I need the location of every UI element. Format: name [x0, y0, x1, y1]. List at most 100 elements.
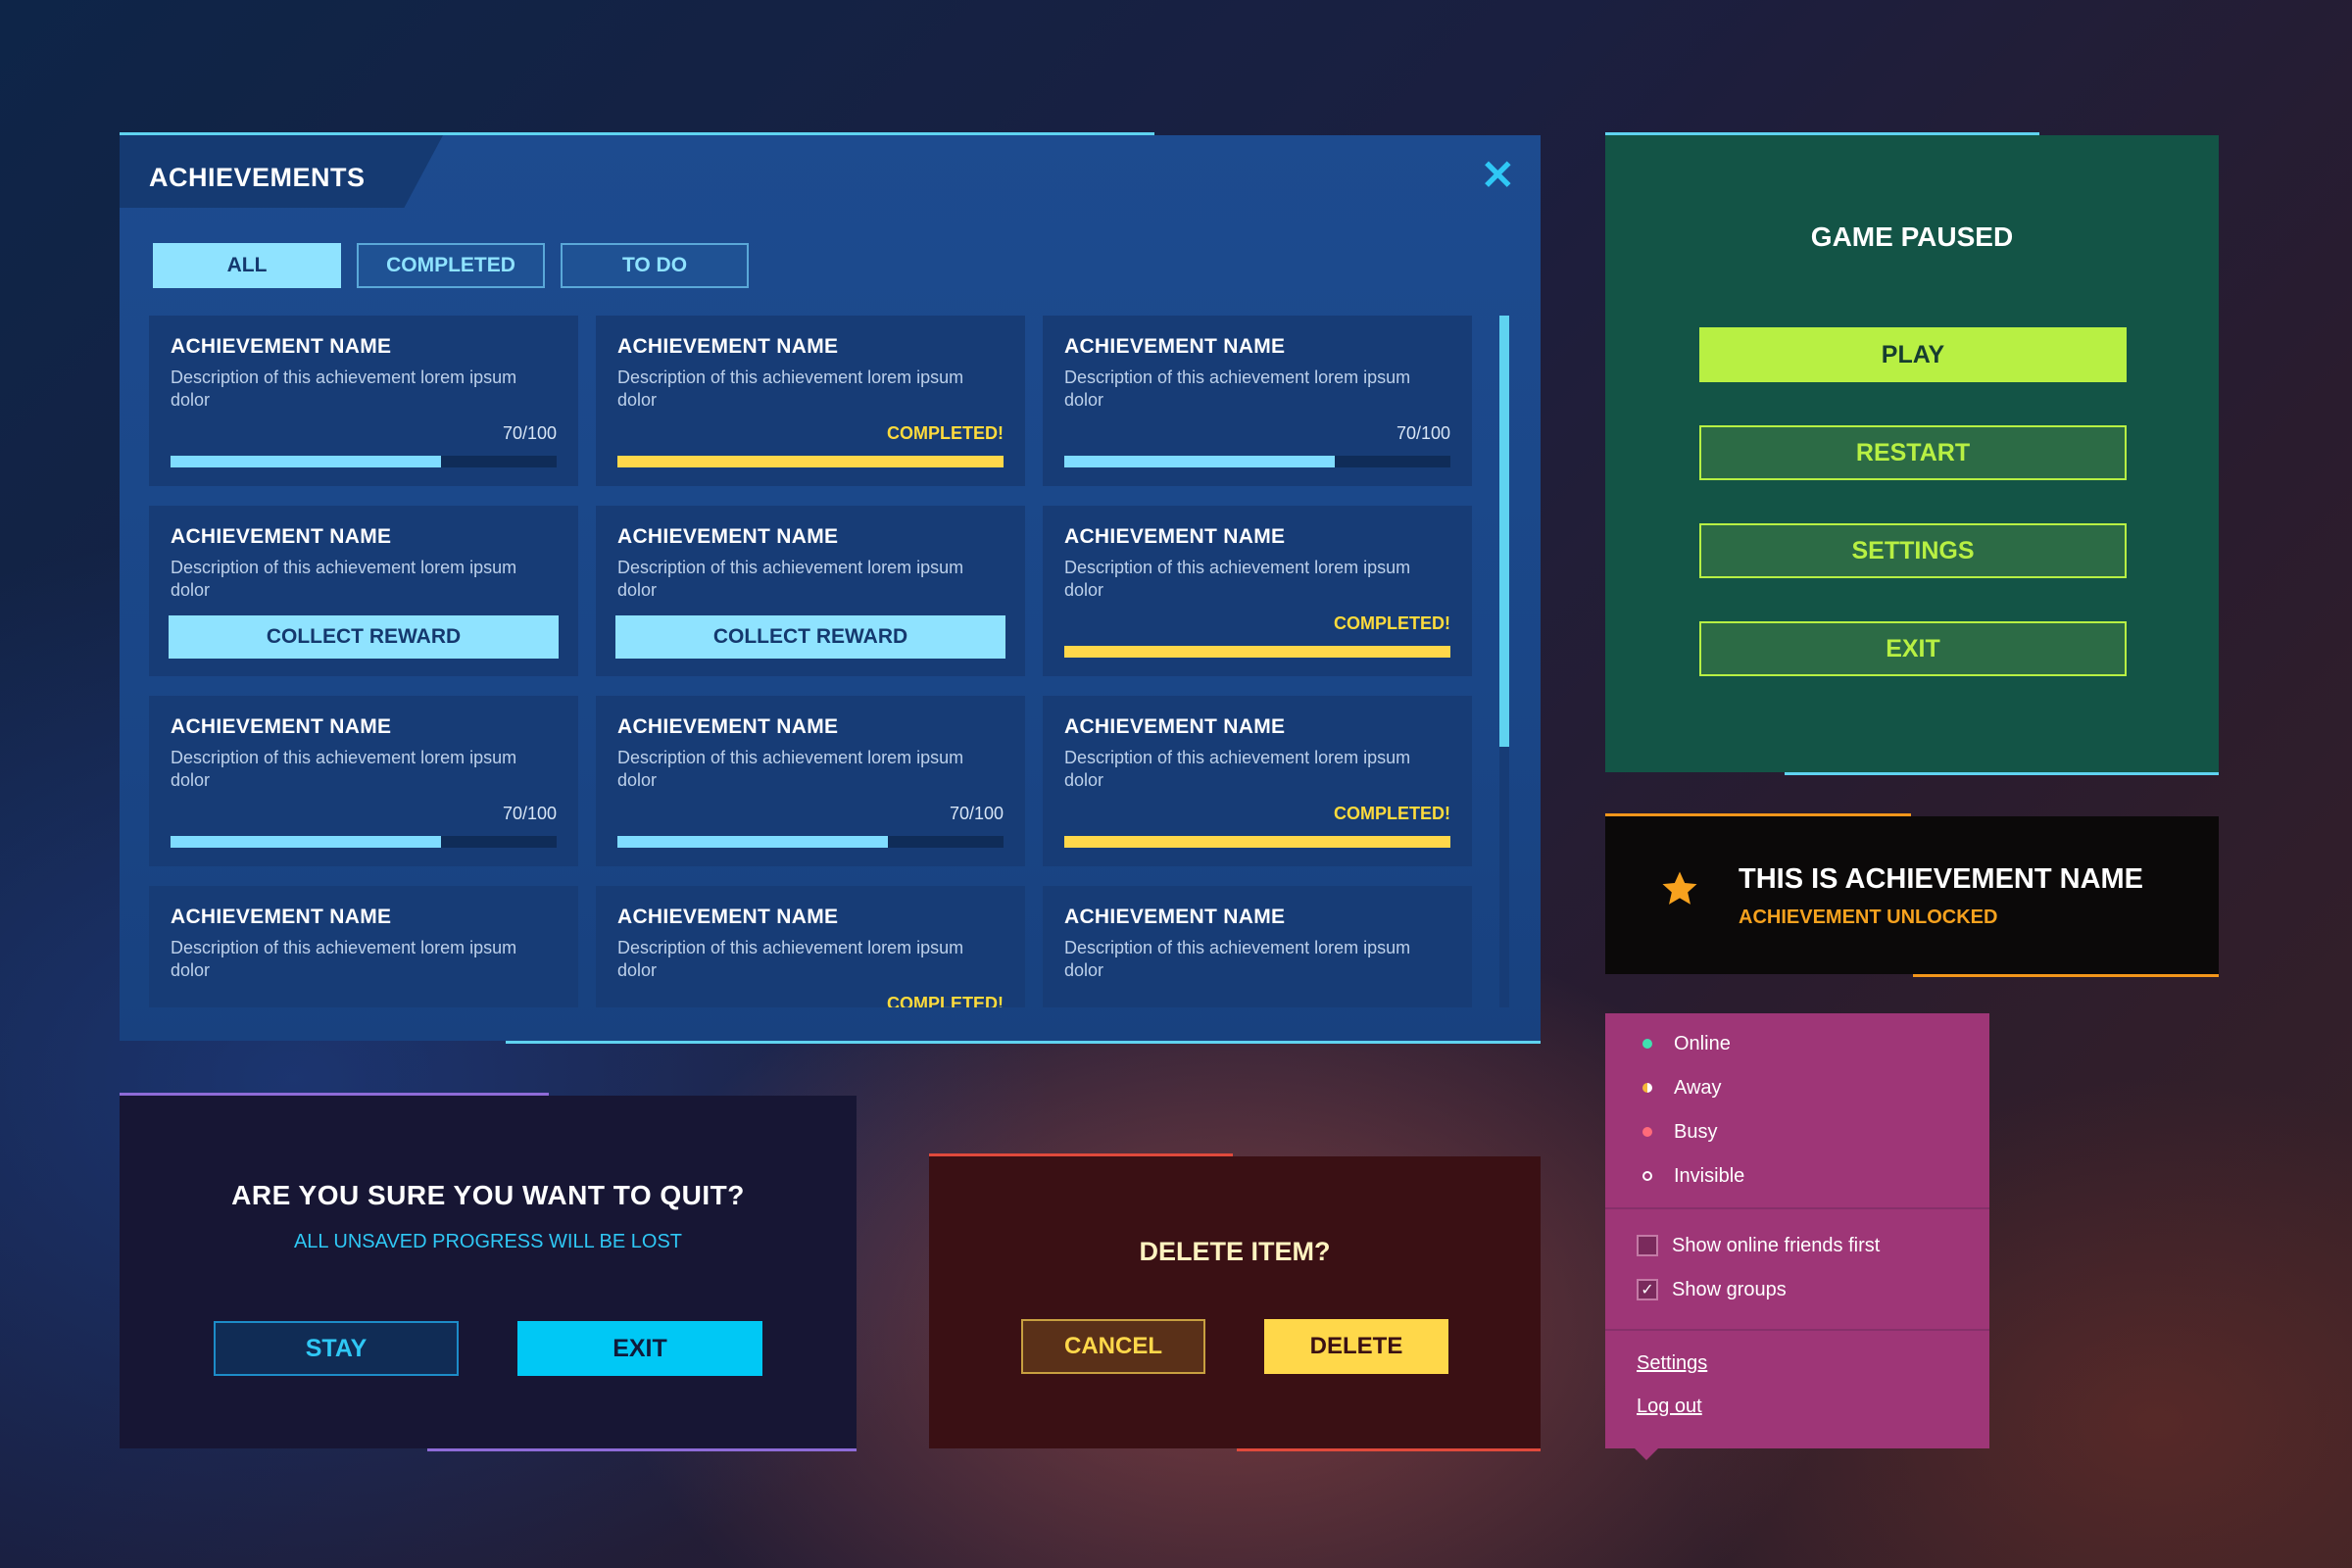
achievement-card: ACHIEVEMENT NAME Description of this achi… [596, 506, 1025, 676]
progress-text: 70/100 [502, 804, 557, 823]
status-online[interactable]: Online [1642, 1029, 1731, 1058]
achievement-description: Description of this achievement lorem ip… [1064, 558, 1411, 600]
collect-reward-button[interactable]: COLLECT REWARD [615, 615, 1005, 659]
close-icon[interactable]: ✕ [1481, 155, 1515, 196]
achievement-name: ACHIEVEMENT NAME [1064, 906, 1286, 928]
achievement-description: Description of this achievement lorem ip… [1064, 748, 1411, 790]
play-button[interactable]: PLAY [1699, 327, 2127, 382]
away-dot-icon [1642, 1083, 1652, 1093]
progress-fill [1064, 456, 1335, 467]
progress-fill [1064, 646, 1450, 658]
collect-reward-button[interactable]: COLLECT REWARD [169, 615, 559, 659]
achievement-description: Description of this achievement lorem ip… [617, 558, 964, 600]
checkbox-box [1637, 1235, 1658, 1256]
achievement-description: Description of this achievement lorem ip… [171, 938, 517, 980]
progress-fill [171, 456, 441, 467]
delete-title: DELETE ITEM? [1139, 1237, 1331, 1266]
exit-button[interactable]: EXIT [1699, 621, 2127, 676]
achievement-card: ACHIEVEMENT NAME Description of this achi… [1043, 696, 1472, 866]
achievement-name: ACHIEVEMENT NAME [617, 335, 839, 358]
toast-top-accent [1605, 813, 1911, 816]
show-groups-checkbox[interactable]: ✓ Show groups [1637, 1276, 1787, 1303]
show-online-first-checkbox[interactable]: Show online friends first [1637, 1232, 1880, 1259]
achievement-card: ACHIEVEMENT NAME Description of this achi… [149, 316, 578, 486]
scrollbar-thumb[interactable] [1499, 316, 1509, 747]
status-away[interactable]: Away [1642, 1073, 1722, 1102]
stay-button[interactable]: STAY [214, 1321, 459, 1376]
logout-link[interactable]: Log out [1637, 1396, 1702, 1418]
achievement-card: ACHIEVEMENT NAME Description of this achi… [1043, 506, 1472, 676]
achievements-grid: ACHIEVEMENT NAME Description of this achi… [149, 316, 1482, 1007]
achievement-name: ACHIEVEMENT NAME [1064, 335, 1286, 358]
completed-label: COMPLETED! [887, 423, 1004, 443]
exit-button[interactable]: EXIT [517, 1321, 762, 1376]
achievement-description: Description of this achievement lorem ip… [171, 558, 517, 600]
tab-all[interactable]: ALL [153, 243, 341, 288]
status-menu: Online Away Busy Invisible Show online f… [1605, 1013, 1989, 1460]
status-label: Busy [1674, 1120, 1718, 1143]
dialog-bottom-accent [1237, 1448, 1541, 1451]
achievement-name: ACHIEVEMENT NAME [171, 335, 392, 358]
achievement-card: ACHIEVEMENT NAME Description of this achi… [596, 886, 1025, 1007]
achievement-description: Description of this achievement lorem ip… [171, 748, 517, 790]
achievement-card: ACHIEVEMENT NAME Description of this achi… [596, 696, 1025, 866]
toast-bottom-accent [1913, 974, 2219, 977]
panel-top-accent [120, 132, 1154, 135]
achievement-name: ACHIEVEMENT NAME [617, 525, 839, 548]
status-label: Online [1674, 1032, 1731, 1054]
pause-menu: GAME PAUSED PLAY RESTART SETTINGS EXIT [1605, 132, 2219, 775]
cancel-button[interactable]: CANCEL [1021, 1319, 1205, 1374]
panel-bottom-accent [506, 1041, 1541, 1044]
settings-button[interactable]: SETTINGS [1699, 523, 2127, 578]
tab-completed[interactable]: COMPLETED [357, 243, 545, 288]
panel-bottom-accent [1785, 772, 2219, 775]
checkbox-label: Show online friends first [1672, 1234, 1881, 1256]
delete-dialog: DELETE ITEM? CANCEL DELETE [929, 1153, 1541, 1451]
restart-button[interactable]: RESTART [1699, 425, 2127, 480]
completed-label: COMPLETED! [1334, 613, 1450, 633]
divider [1605, 1207, 1989, 1209]
progress-fill [617, 836, 888, 848]
achievement-name: ACHIEVEMENT NAME [171, 525, 392, 548]
achievements-panel: ACHIEVEMENTS ✕ ALL COMPLETED TO DO ACHIE… [120, 132, 1541, 1044]
achievement-card: ACHIEVEMENT NAME Description of this achi… [149, 886, 578, 1007]
tab-todo[interactable]: TO DO [561, 243, 749, 288]
menu-pointer [1635, 1448, 1658, 1460]
progress-bar [617, 836, 1004, 848]
achievement-name: ACHIEVEMENT NAME [171, 715, 392, 738]
busy-dot-icon [1642, 1127, 1652, 1137]
quit-dialog: ARE YOU SURE YOU WANT TO QUIT? ALL UNSAV… [120, 1093, 857, 1451]
delete-button[interactable]: DELETE [1264, 1319, 1448, 1374]
achievement-card: ACHIEVEMENT NAME Description of this achi… [596, 316, 1025, 486]
achievement-description: Description of this achievement lorem ip… [617, 938, 964, 980]
achievement-name: ACHIEVEMENT NAME [1064, 715, 1286, 738]
quit-title: ARE YOU SURE YOU WANT TO QUIT? [231, 1180, 745, 1210]
completed-label: COMPLETED! [1334, 804, 1450, 823]
status-invisible[interactable]: Invisible [1642, 1161, 1744, 1191]
progress-fill [171, 836, 441, 848]
dialog-bottom-accent [427, 1448, 857, 1451]
achievement-unlocked-toast: THIS IS ACHIEVEMENT NAME ACHIEVEMENT UNL… [1605, 813, 2219, 977]
achievement-description: Description of this achievement lorem ip… [617, 368, 964, 410]
achievement-description: Description of this achievement lorem ip… [617, 748, 964, 790]
checkmark-icon: ✓ [1637, 1279, 1658, 1300]
progress-bar [171, 836, 557, 848]
progress-text: 70/100 [949, 804, 1004, 823]
achievement-name: ACHIEVEMENT NAME [1064, 525, 1286, 548]
progress-bar [1064, 456, 1450, 467]
settings-link[interactable]: Settings [1637, 1352, 1707, 1375]
achievement-card: ACHIEVEMENT NAME Description of this achi… [149, 696, 578, 866]
progress-bar [171, 456, 557, 467]
completed-label: COMPLETED! [887, 994, 1004, 1007]
progress-fill [1064, 836, 1450, 848]
achievement-name: ACHIEVEMENT NAME [171, 906, 392, 928]
status-busy[interactable]: Busy [1642, 1117, 1717, 1147]
checkbox-label: Show groups [1672, 1278, 1787, 1300]
quit-subtitle: ALL UNSAVED PROGRESS WILL BE LOST [293, 1231, 683, 1252]
invisible-ring-icon [1642, 1171, 1652, 1181]
pause-title: GAME PAUSED [1810, 221, 2014, 252]
achievement-description: Description of this achievement lorem ip… [171, 368, 517, 410]
progress-fill [617, 456, 1004, 467]
panel-top-accent [1605, 132, 2039, 135]
achievement-card: ACHIEVEMENT NAME Description of this achi… [149, 506, 578, 676]
